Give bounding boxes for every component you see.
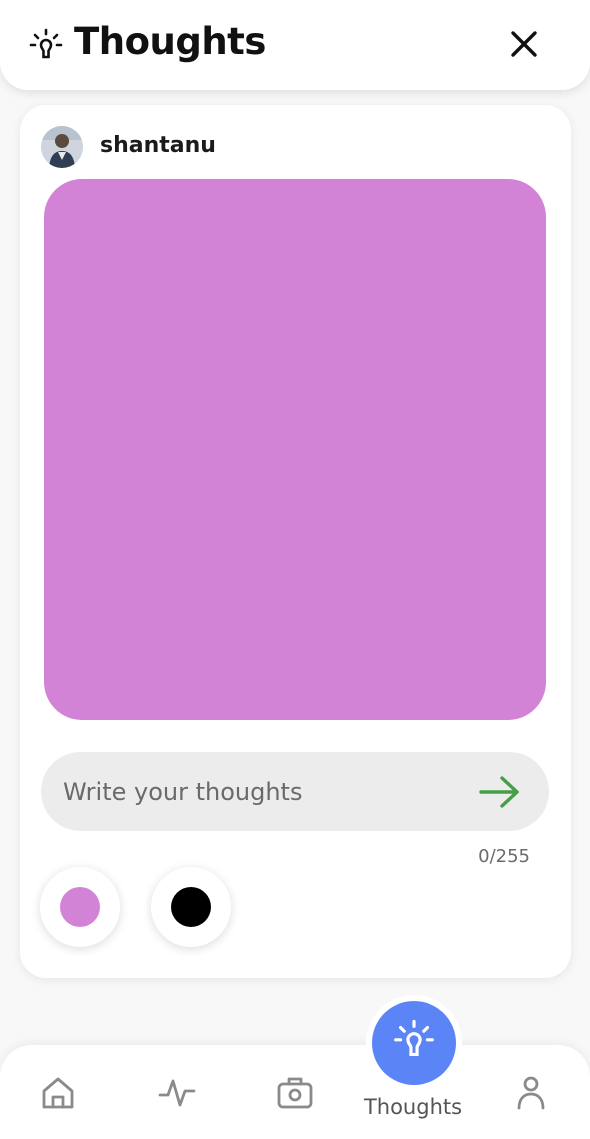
bottom-nav xyxy=(0,1045,590,1139)
thoughts-screen: Thoughts shantanu 0/255 xyxy=(0,0,590,1139)
nav-item-thoughts-label: Thoughts xyxy=(363,1095,463,1119)
thought-input-container xyxy=(41,752,549,831)
color-dot xyxy=(60,887,100,927)
activity-icon[interactable] xyxy=(157,1073,197,1113)
arrow-right-icon[interactable] xyxy=(477,772,523,812)
home-icon[interactable] xyxy=(38,1073,78,1113)
close-icon[interactable] xyxy=(506,26,542,62)
color-option-pink[interactable] xyxy=(40,867,120,947)
thought-canvas[interactable] xyxy=(44,179,546,720)
compose-card: shantanu 0/255 xyxy=(20,105,571,978)
lightbulb-icon xyxy=(29,28,63,59)
header-bar: Thoughts xyxy=(0,0,590,90)
color-dot xyxy=(171,887,211,927)
camera-icon[interactable] xyxy=(275,1073,315,1113)
page-title: Thoughts xyxy=(74,20,266,63)
color-option-black[interactable] xyxy=(151,867,231,947)
profile-icon[interactable] xyxy=(511,1073,551,1113)
nav-item-thoughts[interactable] xyxy=(372,1001,456,1085)
username: shantanu xyxy=(100,133,216,158)
avatar[interactable] xyxy=(41,126,83,168)
thought-input[interactable] xyxy=(63,752,463,831)
char-counter: 0/255 xyxy=(478,846,530,867)
lightbulb-icon xyxy=(394,1019,434,1057)
